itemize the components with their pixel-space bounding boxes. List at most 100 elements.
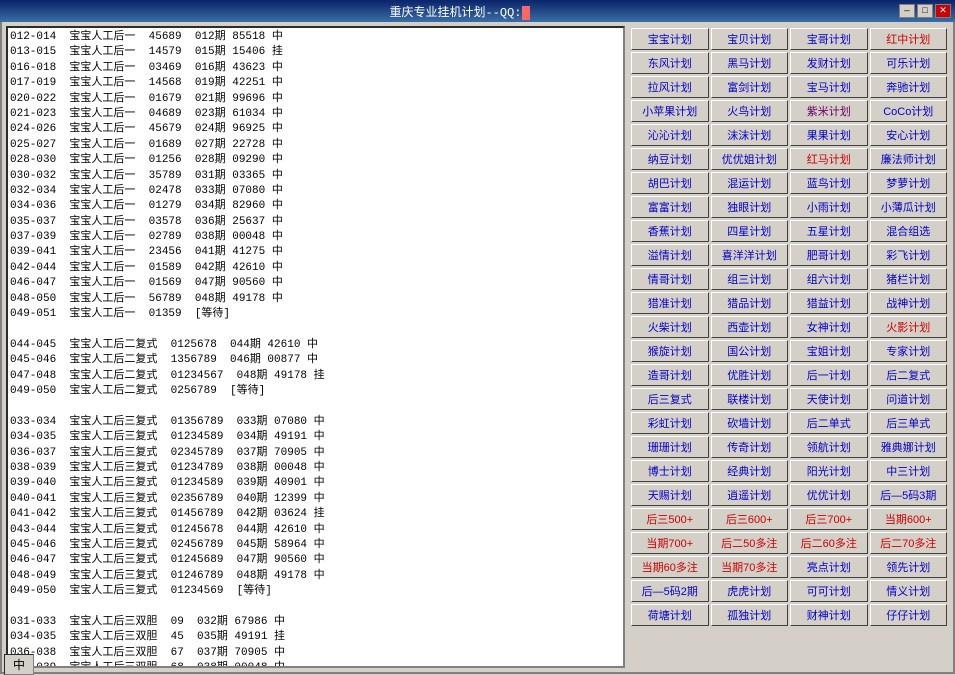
plan-btn-98[interactable]: 财神计划 xyxy=(790,604,868,626)
plan-btn-89[interactable]: 当期70多注 xyxy=(711,556,789,578)
plan-btn-26[interactable]: 蓝鸟计划 xyxy=(790,172,868,194)
plan-btn-70[interactable]: 领航计划 xyxy=(790,436,868,458)
minimize-button[interactable]: — xyxy=(899,4,915,18)
plan-btn-86[interactable]: 后二60多注 xyxy=(790,532,868,554)
plan-btn-84[interactable]: 当期700+ xyxy=(631,532,709,554)
plan-btn-64[interactable]: 彩虹计划 xyxy=(631,412,709,434)
plan-btn-24[interactable]: 胡巴计划 xyxy=(631,172,709,194)
plan-btn-11[interactable]: 奔驰计划 xyxy=(870,76,948,98)
plan-btn-97[interactable]: 孤独计划 xyxy=(711,604,789,626)
plan-btn-0[interactable]: 宝宝计划 xyxy=(631,28,709,50)
plan-btn-16[interactable]: 沁沁计划 xyxy=(631,124,709,146)
plan-btn-59[interactable]: 后二复式 xyxy=(870,364,948,386)
plan-btn-77[interactable]: 逍遥计划 xyxy=(711,484,789,506)
plan-btn-14[interactable]: 紫米计划 xyxy=(790,100,868,122)
plan-btn-50[interactable]: 女神计划 xyxy=(790,316,868,338)
plan-btn-36[interactable]: 溢情计划 xyxy=(631,244,709,266)
plan-btn-52[interactable]: 猴旋计划 xyxy=(631,340,709,362)
plan-btn-5[interactable]: 黑马计划 xyxy=(711,52,789,74)
plan-btn-28[interactable]: 富富计划 xyxy=(631,196,709,218)
plan-btn-91[interactable]: 领先计划 xyxy=(870,556,948,578)
plan-btn-95[interactable]: 情义计划 xyxy=(870,580,948,602)
plan-btn-2[interactable]: 宝哥计划 xyxy=(790,28,868,50)
plan-btn-31[interactable]: 小薄瓜计划 xyxy=(870,196,948,218)
plan-btn-38[interactable]: 肥哥计划 xyxy=(790,244,868,266)
plan-btn-6[interactable]: 发财计划 xyxy=(790,52,868,74)
plan-btn-23[interactable]: 廉法师计划 xyxy=(870,148,948,170)
plan-btn-79[interactable]: 后—5码3期 xyxy=(870,484,948,506)
plan-btn-4[interactable]: 东风计划 xyxy=(631,52,709,74)
plan-btn-33[interactable]: 四星计划 xyxy=(711,220,789,242)
plan-btn-53[interactable]: 国公计划 xyxy=(711,340,789,362)
plan-btn-99[interactable]: 仔仔计划 xyxy=(870,604,948,626)
plan-btn-61[interactable]: 联楼计划 xyxy=(711,388,789,410)
plan-btn-32[interactable]: 香蕉计划 xyxy=(631,220,709,242)
plan-btn-20[interactable]: 纳豆计划 xyxy=(631,148,709,170)
plan-btn-78[interactable]: 优优计划 xyxy=(790,484,868,506)
plan-btn-48[interactable]: 火柴计划 xyxy=(631,316,709,338)
plan-btn-51[interactable]: 火影计划 xyxy=(870,316,948,338)
plan-btn-3[interactable]: 红中计划 xyxy=(870,28,948,50)
plan-btn-81[interactable]: 后三600+ xyxy=(711,508,789,530)
plan-btn-46[interactable]: 猎益计划 xyxy=(790,292,868,314)
plan-btn-71[interactable]: 雅典娜计划 xyxy=(870,436,948,458)
plan-btn-67[interactable]: 后三单式 xyxy=(870,412,948,434)
plan-btn-43[interactable]: 猪栏计划 xyxy=(870,268,948,290)
plan-btn-88[interactable]: 当期60多注 xyxy=(631,556,709,578)
maximize-button[interactable]: □ xyxy=(917,4,933,18)
plan-btn-54[interactable]: 宝姐计划 xyxy=(790,340,868,362)
plan-btn-83[interactable]: 当期600+ xyxy=(870,508,948,530)
plan-btn-15[interactable]: CoCo计划 xyxy=(870,100,948,122)
plan-btn-92[interactable]: 后—5码2期 xyxy=(631,580,709,602)
plan-btn-69[interactable]: 传奇计划 xyxy=(711,436,789,458)
plan-btn-18[interactable]: 果果计划 xyxy=(790,124,868,146)
plan-btn-66[interactable]: 后二单式 xyxy=(790,412,868,434)
left-panel[interactable]: 012-014 宝宝人工后一 45689 012期 85518 中 013-01… xyxy=(6,26,625,668)
plan-btn-49[interactable]: 西壶计划 xyxy=(711,316,789,338)
plan-btn-85[interactable]: 后二50多注 xyxy=(711,532,789,554)
plan-btn-68[interactable]: 珊珊计划 xyxy=(631,436,709,458)
plan-btn-39[interactable]: 彩飞计划 xyxy=(870,244,948,266)
plan-btn-19[interactable]: 安心计划 xyxy=(870,124,948,146)
plan-btn-7[interactable]: 可乐计划 xyxy=(870,52,948,74)
plan-btn-21[interactable]: 优优姐计划 xyxy=(711,148,789,170)
plan-btn-37[interactable]: 喜洋洋计划 xyxy=(711,244,789,266)
plan-btn-41[interactable]: 组三计划 xyxy=(711,268,789,290)
plan-btn-1[interactable]: 宝贝计划 xyxy=(711,28,789,50)
plan-btn-8[interactable]: 拉风计划 xyxy=(631,76,709,98)
plan-btn-47[interactable]: 战神计划 xyxy=(870,292,948,314)
plan-btn-13[interactable]: 火鸟计划 xyxy=(711,100,789,122)
plan-btn-73[interactable]: 经典计划 xyxy=(711,460,789,482)
plan-btn-25[interactable]: 混运计划 xyxy=(711,172,789,194)
close-button[interactable]: ✕ xyxy=(935,4,951,18)
plan-btn-45[interactable]: 猎品计划 xyxy=(711,292,789,314)
plan-btn-44[interactable]: 猎准计划 xyxy=(631,292,709,314)
plan-btn-96[interactable]: 荷塘计划 xyxy=(631,604,709,626)
plan-btn-90[interactable]: 亮点计划 xyxy=(790,556,868,578)
plan-btn-74[interactable]: 阳光计划 xyxy=(790,460,868,482)
plan-btn-57[interactable]: 优胜计划 xyxy=(711,364,789,386)
plan-btn-27[interactable]: 梦萝计划 xyxy=(870,172,948,194)
plan-btn-35[interactable]: 混合组选 xyxy=(870,220,948,242)
plan-btn-29[interactable]: 独眼计划 xyxy=(711,196,789,218)
plan-btn-60[interactable]: 后三复式 xyxy=(631,388,709,410)
plan-btn-22[interactable]: 红马计划 xyxy=(790,148,868,170)
plan-btn-82[interactable]: 后三700+ xyxy=(790,508,868,530)
plan-btn-93[interactable]: 虎虎计划 xyxy=(711,580,789,602)
plan-btn-65[interactable]: 砍墙计划 xyxy=(711,412,789,434)
plan-btn-94[interactable]: 可可计划 xyxy=(790,580,868,602)
plan-btn-80[interactable]: 后三500+ xyxy=(631,508,709,530)
plan-btn-72[interactable]: 博士计划 xyxy=(631,460,709,482)
plan-btn-12[interactable]: 小苹果计划 xyxy=(631,100,709,122)
plan-btn-40[interactable]: 情哥计划 xyxy=(631,268,709,290)
plan-btn-30[interactable]: 小雨计划 xyxy=(790,196,868,218)
plan-btn-62[interactable]: 天使计划 xyxy=(790,388,868,410)
plan-btn-76[interactable]: 天赐计划 xyxy=(631,484,709,506)
plan-btn-58[interactable]: 后一计划 xyxy=(790,364,868,386)
plan-btn-9[interactable]: 富剑计划 xyxy=(711,76,789,98)
plan-btn-42[interactable]: 组六计划 xyxy=(790,268,868,290)
plan-btn-87[interactable]: 后二70多注 xyxy=(870,532,948,554)
plan-btn-34[interactable]: 五星计划 xyxy=(790,220,868,242)
plan-btn-75[interactable]: 中三计划 xyxy=(870,460,948,482)
plan-btn-10[interactable]: 宝马计划 xyxy=(790,76,868,98)
